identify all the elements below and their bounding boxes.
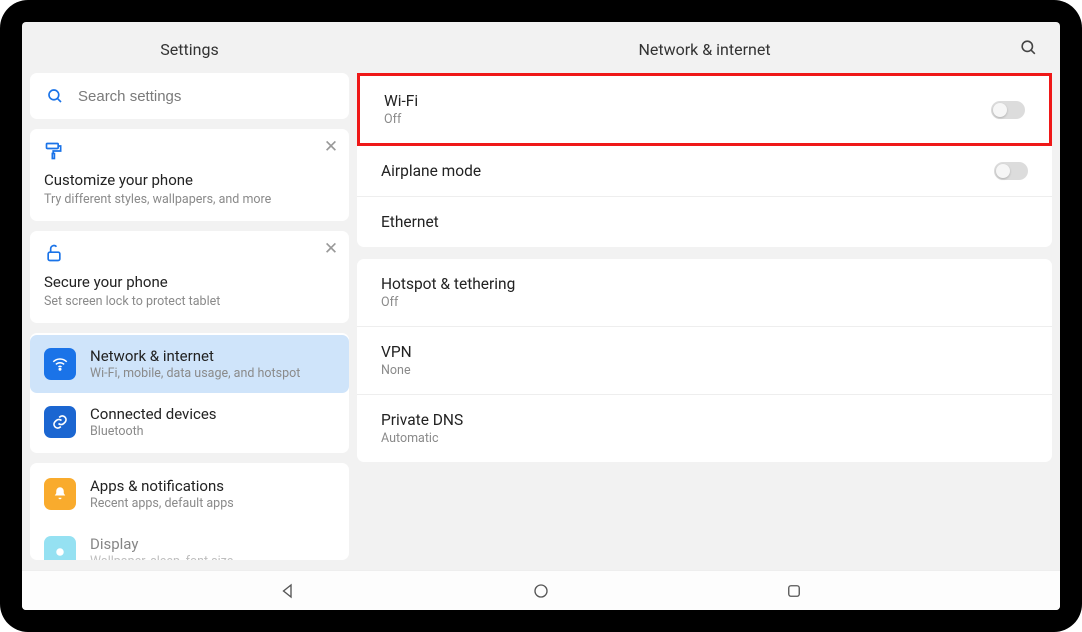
search-icon (46, 87, 64, 105)
settings-group-1: Network & internet Wi-Fi, mobile, data u… (30, 333, 349, 453)
recents-button[interactable] (774, 571, 814, 611)
search-input[interactable] (78, 88, 333, 105)
link-icon (44, 406, 76, 438)
home-button[interactable] (521, 571, 561, 611)
suggestion-subtitle: Set screen lock to protect tablet (44, 294, 335, 309)
airplane-mode-row[interactable]: Airplane mode (357, 146, 1052, 196)
detail-pane: Network & internet Wi-Fi Off (357, 22, 1060, 570)
wifi-toggle[interactable] (991, 101, 1025, 119)
network-group-1: Airplane mode Ethernet (357, 146, 1052, 247)
navigation-bar (22, 570, 1060, 610)
search-button[interactable] (1019, 38, 1038, 61)
sidebar-item-subtitle: Recent apps, default apps (90, 496, 234, 511)
row-subtitle: None (381, 363, 1028, 378)
close-icon[interactable]: ✕ (321, 239, 341, 259)
wifi-row[interactable]: Wi-Fi Off (360, 76, 1049, 143)
suggestion-customize[interactable]: ✕ Customize your phone Try different sty… (30, 129, 349, 221)
sidebar-item-network[interactable]: Network & internet Wi-Fi, mobile, data u… (30, 335, 349, 393)
row-title: Ethernet (381, 213, 1028, 231)
suggestion-secure[interactable]: ✕ Secure your phone Set screen lock to p… (30, 231, 349, 323)
search-settings-field[interactable] (30, 73, 349, 119)
sidebar-item-label: Display (90, 535, 233, 553)
back-button[interactable] (268, 571, 308, 611)
suggestion-title: Customize your phone (44, 171, 335, 189)
row-subtitle: Off (384, 112, 991, 127)
main-area: Settings ✕ (22, 22, 1060, 570)
sidebar-item-subtitle: Wi-Fi, mobile, data usage, and hotspot (90, 366, 300, 381)
row-subtitle: Off (381, 295, 1028, 310)
close-icon[interactable]: ✕ (321, 137, 341, 157)
row-title: Hotspot & tethering (381, 275, 1028, 293)
sidebar-item-label: Network & internet (90, 347, 300, 365)
sidebar-item-apps[interactable]: Apps & notifications Recent apps, defaul… (30, 465, 349, 523)
vpn-row[interactable]: VPN None (357, 326, 1052, 394)
row-title: Wi-Fi (384, 92, 991, 110)
sidebar-item-display[interactable]: Display Wallpaper, sleep, font size (30, 523, 349, 560)
wifi-icon (44, 348, 76, 380)
hotspot-row[interactable]: Hotspot & tethering Off (357, 259, 1052, 326)
sidebar-item-subtitle: Bluetooth (90, 424, 217, 439)
airplane-toggle[interactable] (994, 162, 1028, 180)
sidebar-item-label: Apps & notifications (90, 477, 234, 495)
detail-title: Network & internet (638, 40, 770, 59)
device-frame: Settings ✕ (0, 0, 1082, 632)
detail-header: Network & internet (357, 22, 1052, 73)
unlock-icon (44, 243, 335, 267)
ethernet-row[interactable]: Ethernet (357, 196, 1052, 247)
sidebar-item-connected-devices[interactable]: Connected devices Bluetooth (30, 393, 349, 451)
settings-group-2: Apps & notifications Recent apps, defaul… (30, 463, 349, 560)
row-title: VPN (381, 343, 1028, 361)
suggestion-subtitle: Try different styles, wallpapers, and mo… (44, 192, 335, 207)
wifi-row-highlight: Wi-Fi Off (357, 73, 1052, 146)
screen: Settings ✕ (22, 22, 1060, 610)
display-icon (44, 536, 76, 560)
paint-roller-icon (44, 141, 335, 165)
row-subtitle: Automatic (381, 431, 1028, 446)
row-title: Airplane mode (381, 162, 994, 180)
bell-icon (44, 478, 76, 510)
network-group-2: Hotspot & tethering Off VPN None Private… (357, 259, 1052, 462)
settings-sidebar: Settings ✕ (22, 22, 357, 570)
sidebar-title: Settings (30, 22, 349, 73)
sidebar-item-subtitle: Wallpaper, sleep, font size (90, 554, 233, 560)
sidebar-item-label: Connected devices (90, 405, 217, 423)
private-dns-row[interactable]: Private DNS Automatic (357, 394, 1052, 462)
row-title: Private DNS (381, 411, 1028, 429)
suggestion-title: Secure your phone (44, 273, 335, 291)
